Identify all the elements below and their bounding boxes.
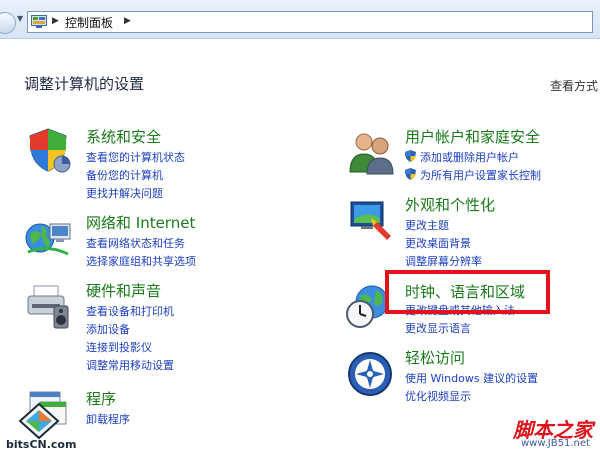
find-fix-problems-link[interactable]: 更找并解决问题 [86, 185, 163, 201]
recent-pages-dropdown[interactable]: ▼ [17, 14, 23, 23]
breadcrumb-separator-icon[interactable]: ▶ [52, 16, 59, 26]
breadcrumb-separator-icon[interactable]: ▶ [124, 16, 131, 26]
printer-icon[interactable] [24, 282, 72, 330]
hardware-sound-title[interactable]: 硬件和声音 [86, 280, 161, 301]
jb51-watermark-url: www.JB51.net [521, 438, 590, 449]
change-display-language-link[interactable]: 更改显示语言 [405, 320, 471, 336]
programs-title[interactable]: 程序 [86, 388, 116, 409]
control-panel-window: ▼ ▶ 控制面板 ▶ 调整计算机的设置 查看方式 系统和安全 查看您的计算机状态… [0, 0, 600, 459]
optimize-visual-display-link[interactable]: 优化视频显示 [405, 388, 471, 404]
user-accounts-title[interactable]: 用户帐户和家庭安全 [405, 126, 540, 147]
ease-of-access-title[interactable]: 轻松访问 [405, 347, 465, 368]
forward-button[interactable] [0, 12, 16, 34]
ease-of-access-icon[interactable] [346, 350, 394, 398]
users-icon[interactable] [347, 128, 395, 176]
shield-icon[interactable] [24, 126, 72, 174]
address-toolbar: ▼ ▶ 控制面板 ▶ [0, 0, 600, 39]
control-panel-icon [31, 15, 47, 28]
add-remove-accounts-link[interactable]: 添加或删除用户帐户 [420, 149, 519, 165]
bitscn-watermark: bitsCN.com [6, 438, 77, 451]
uac-shield-icon [405, 150, 416, 162]
system-security-title[interactable]: 系统和安全 [86, 126, 161, 147]
add-device-link[interactable]: 添加设备 [86, 321, 130, 337]
uac-shield-icon [405, 168, 416, 180]
change-desktop-background-link[interactable]: 更改桌面背景 [405, 235, 471, 251]
mobility-settings-link[interactable]: 调整常用移动设置 [86, 357, 174, 373]
connect-projector-link[interactable]: 连接到投影仪 [86, 339, 152, 355]
adjust-resolution-link[interactable]: 调整屏幕分辨率 [405, 253, 482, 269]
devices-printers-link[interactable]: 查看设备和打印机 [86, 303, 174, 319]
bitscn-logo-icon [18, 402, 60, 440]
highlight-box [385, 270, 550, 314]
view-by-label: 查看方式 [550, 79, 599, 93]
appearance-personalization-title[interactable]: 外观和个性化 [405, 194, 495, 215]
network-status-link[interactable]: 查看网络状态和任务 [86, 235, 185, 251]
change-theme-link[interactable]: 更改主题 [405, 217, 449, 233]
view-computer-status-link[interactable]: 查看您的计算机状态 [86, 149, 185, 165]
backup-computer-link[interactable]: 备份您的计算机 [86, 167, 163, 183]
breadcrumb-control-panel[interactable]: 控制面板 [65, 14, 113, 31]
address-bar[interactable]: ▶ 控制面板 ▶ [27, 11, 593, 33]
network-internet-title[interactable]: 网络和 Internet [86, 212, 195, 233]
recommended-settings-link[interactable]: 使用 Windows 建议的设置 [405, 370, 538, 386]
page-title: 调整计算机的设置 [24, 75, 145, 93]
homegroup-sharing-link[interactable]: 选择家庭组和共享选项 [86, 253, 196, 269]
uninstall-program-link[interactable]: 卸载程序 [86, 411, 130, 427]
parental-controls-link[interactable]: 为所有用户设置家长控制 [420, 167, 541, 183]
appearance-icon[interactable] [347, 196, 395, 244]
network-globe-icon[interactable] [24, 214, 72, 262]
